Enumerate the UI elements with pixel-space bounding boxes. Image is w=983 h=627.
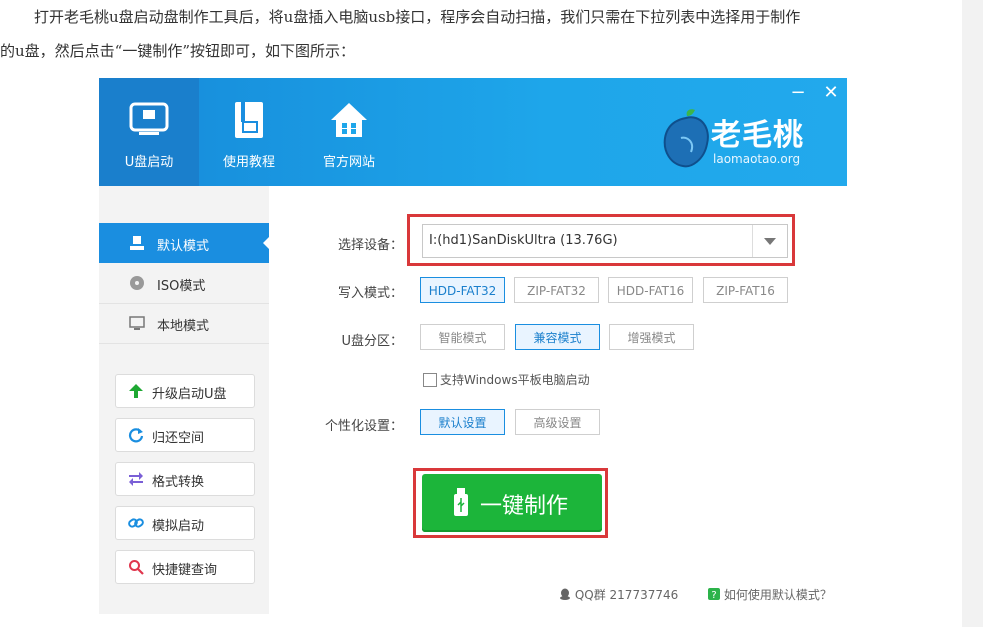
page-scroll-strip bbox=[962, 0, 983, 627]
sidebar: 默认模式 ISO模式 本地模式 升级启动U盘 归还空间 格式转换 模拟启动 快捷… bbox=[99, 186, 269, 614]
minimize-button[interactable]: − bbox=[789, 84, 807, 102]
active-indicator bbox=[263, 237, 269, 249]
search-icon bbox=[129, 560, 144, 575]
tool-label: 归还空间 bbox=[152, 431, 205, 446]
sidebar-item-local-mode[interactable]: 本地模式 bbox=[99, 303, 269, 344]
help-link-text[interactable]: 如何使用默认模式？ bbox=[724, 588, 832, 602]
arrow-up-icon bbox=[129, 384, 143, 398]
write-mode-hdd-fat16[interactable]: HDD-FAT16 bbox=[608, 277, 693, 303]
partition-smart-mode[interactable]: 智能模式 bbox=[420, 324, 505, 350]
nav-tab-tutorial[interactable]: 使用教程 bbox=[199, 78, 299, 186]
sidebar-item-iso-mode[interactable]: ISO模式 bbox=[99, 263, 269, 304]
help-link[interactable]: ? 如何使用默认模式？ bbox=[708, 586, 832, 603]
sidebar-item-default-mode[interactable]: 默认模式 bbox=[99, 223, 269, 263]
app-window: U盘启动 使用教程 官方网站 老毛桃 laomaotao.org − ✕ 默认模… bbox=[99, 78, 847, 614]
partition-label: U盘分区： bbox=[341, 334, 403, 349]
nav-tab-label: 使用教程 bbox=[222, 155, 275, 170]
nav-tab-usb-boot[interactable]: U盘启动 bbox=[99, 78, 199, 186]
close-button[interactable]: ✕ bbox=[822, 84, 840, 102]
nav-tab-label: 官方网站 bbox=[322, 155, 375, 170]
hotkey-lookup-button[interactable]: 快捷键查询 bbox=[115, 550, 255, 584]
sidebar-item-label: 本地模式 bbox=[157, 319, 210, 334]
article-text: 打开老毛桃u盘启动盘制作工具后，将u盘插入电脑usb接口，程序会自动扫描，我们只… bbox=[0, 0, 962, 68]
svg-text:?: ? bbox=[711, 590, 716, 600]
partition-compatible-mode[interactable]: 兼容模式 bbox=[515, 324, 600, 350]
swap-icon bbox=[129, 472, 143, 486]
home-icon bbox=[331, 103, 367, 137]
tablet-boot-checkbox[interactable] bbox=[423, 373, 437, 387]
nav-tab-label: U盘启动 bbox=[124, 155, 174, 170]
refresh-icon bbox=[128, 428, 144, 443]
highlight-box-device bbox=[407, 214, 795, 266]
logo-site: laomaotao.org bbox=[713, 152, 801, 166]
link-icon bbox=[128, 518, 144, 528]
tool-label: 快捷键查询 bbox=[152, 563, 218, 578]
article-line-1: 打开老毛桃u盘启动盘制作工具后，将u盘插入电脑usb接口，程序会自动扫描，我们只… bbox=[34, 8, 801, 26]
restore-space-button[interactable]: 归还空间 bbox=[115, 418, 255, 452]
partition-enhanced-mode[interactable]: 增强模式 bbox=[609, 324, 694, 350]
app-header: U盘启动 使用教程 官方网站 老毛桃 laomaotao.org − ✕ bbox=[99, 78, 847, 186]
disc-icon bbox=[130, 276, 144, 290]
upgrade-usb-button[interactable]: 升级启动U盘 bbox=[115, 374, 255, 408]
nav-tab-official-site[interactable]: 官方网站 bbox=[299, 78, 399, 186]
tool-label: 格式转换 bbox=[152, 475, 205, 490]
brand-logo: 老毛桃 laomaotao.org bbox=[661, 104, 831, 174]
write-mode-zip-fat32[interactable]: ZIP-FAT32 bbox=[514, 277, 599, 303]
write-mode-label: 写入模式： bbox=[337, 286, 403, 301]
usb-drive-icon bbox=[129, 102, 169, 135]
qq-group-text: QQ群 217737746 bbox=[574, 588, 679, 602]
usb-drive-icon bbox=[130, 236, 144, 250]
format-convert-button[interactable]: 格式转换 bbox=[115, 462, 255, 496]
article-line-2: 的u盘，然后点击“一键制作”按钮即可，如下图所示： bbox=[0, 42, 355, 60]
help-icon: ? bbox=[708, 588, 720, 601]
default-settings-button[interactable]: 默认设置 bbox=[420, 409, 505, 435]
advanced-settings-button[interactable]: 高级设置 bbox=[515, 409, 600, 435]
highlight-box-make-button bbox=[413, 468, 608, 538]
personalize-label: 个性化设置： bbox=[324, 419, 403, 434]
qq-group-info: QQ群 217737746 bbox=[559, 586, 678, 603]
tool-label: 模拟启动 bbox=[152, 519, 205, 534]
qq-penguin-icon bbox=[560, 588, 570, 600]
write-mode-hdd-fat32[interactable]: HDD-FAT32 bbox=[420, 277, 505, 303]
simulate-boot-button[interactable]: 模拟启动 bbox=[115, 506, 255, 540]
monitor-icon bbox=[129, 316, 145, 330]
tablet-boot-checkbox-label[interactable]: 支持Windows平板电脑启动 bbox=[440, 371, 590, 388]
peach-logo-icon bbox=[663, 109, 709, 168]
sidebar-item-label: 默认模式 bbox=[157, 239, 210, 254]
device-label: 选择设备： bbox=[337, 238, 403, 253]
sidebar-item-label: ISO模式 bbox=[157, 279, 206, 294]
document-icon bbox=[235, 102, 263, 138]
logo-text: 老毛桃 bbox=[711, 118, 804, 153]
tool-label: 升级启动U盘 bbox=[152, 387, 227, 402]
write-mode-zip-fat16[interactable]: ZIP-FAT16 bbox=[703, 277, 788, 303]
